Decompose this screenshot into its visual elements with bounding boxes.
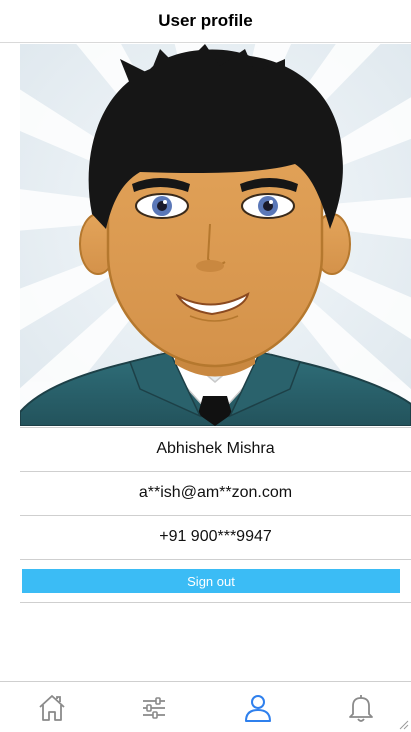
cartoon-man-avatar-icon — [20, 44, 411, 426]
user-icon — [245, 695, 271, 722]
sliders-icon — [143, 697, 165, 719]
tab-settings[interactable] — [138, 692, 170, 724]
sign-out-button[interactable]: Sign out — [22, 569, 400, 593]
profile-name-row: Abhishek Mishra — [20, 427, 411, 470]
tab-profile[interactable] — [242, 692, 274, 724]
resize-grip-icon[interactable] — [397, 718, 409, 730]
avatar — [20, 44, 411, 426]
profile-phone: +91 900***9947 — [159, 528, 272, 545]
bell-icon — [349, 695, 373, 722]
home-icon — [39, 695, 65, 721]
page-title: User profile — [158, 11, 253, 30]
sign-out-row: Sign out — [20, 559, 411, 603]
profile-name: Abhishek Mishra — [156, 440, 275, 457]
tab-home[interactable] — [36, 692, 68, 724]
tab-notifications[interactable] — [345, 692, 377, 724]
profile-phone-row: +91 900***9947 — [20, 515, 411, 558]
profile-email-row: a**ish@am**zon.com — [20, 471, 411, 514]
bottom-tab-bar — [0, 681, 411, 732]
app-header: User profile — [0, 0, 411, 43]
profile-email: a**ish@am**zon.com — [138, 484, 293, 501]
